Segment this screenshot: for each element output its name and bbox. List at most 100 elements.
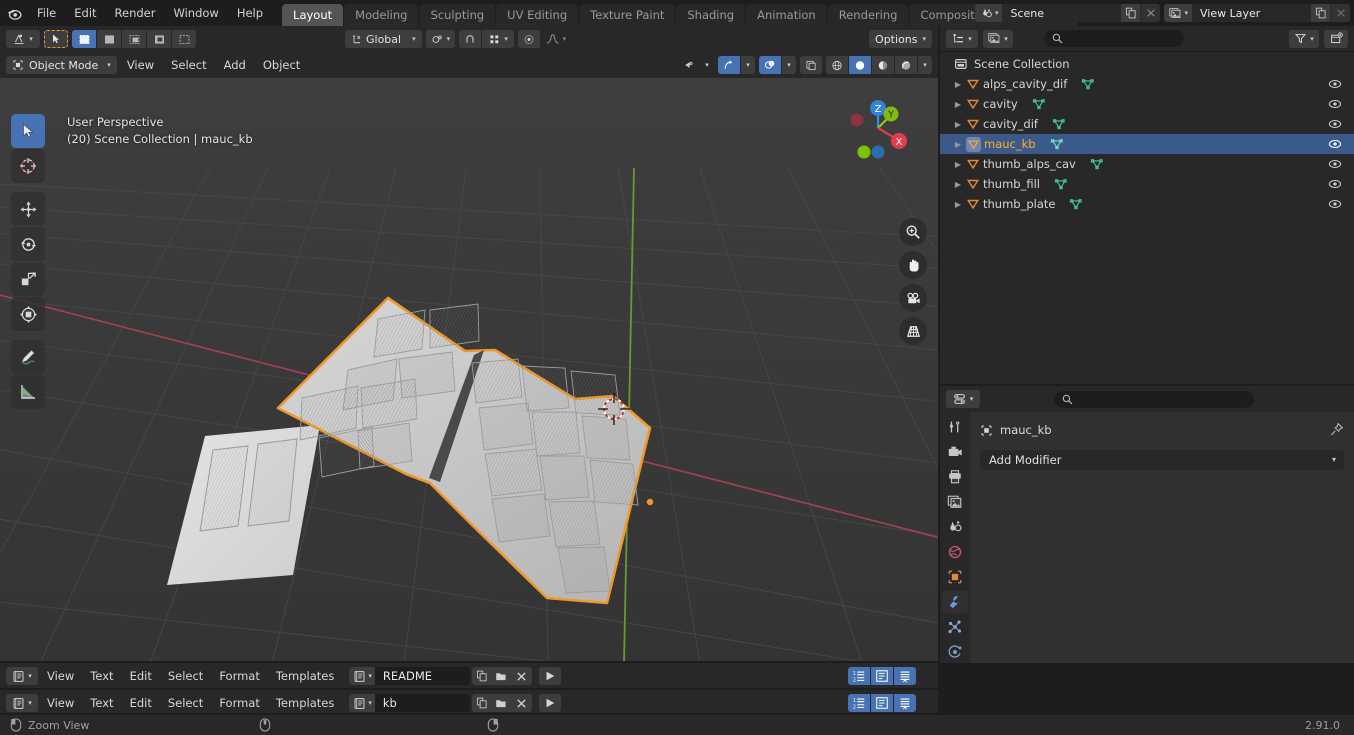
- outliner-search-input[interactable]: [1044, 30, 1184, 47]
- text-menu-format[interactable]: Format: [212, 694, 267, 712]
- unlink-text-button[interactable]: [511, 667, 532, 685]
- smooth-falloff-icon[interactable]: ▾: [541, 30, 571, 48]
- visibility-eye-icon[interactable]: [1328, 97, 1342, 111]
- move-tool[interactable]: [11, 192, 45, 226]
- ortho-persp-toggle-button[interactable]: [899, 317, 927, 345]
- visibility-eye-icon[interactable]: [1328, 77, 1342, 91]
- text-menu-templates[interactable]: Templates: [269, 694, 341, 712]
- expand-arrow-icon[interactable]: ▶: [950, 100, 966, 109]
- tab-uv-editing[interactable]: UV Editing: [496, 4, 579, 26]
- object-tab[interactable]: [942, 566, 968, 588]
- tool-tab[interactable]: [942, 416, 968, 438]
- word-wrap-toggle[interactable]: [871, 667, 893, 685]
- text-menu-edit[interactable]: Edit: [123, 667, 159, 685]
- outliner-scene-collection-row[interactable]: Scene Collection: [940, 54, 1354, 74]
- scene-selector[interactable]: ▾ Scene: [974, 4, 1161, 22]
- camera-view-button[interactable]: [899, 284, 927, 312]
- tweak-select-tool[interactable]: [11, 114, 45, 148]
- new-scene-button[interactable]: [1120, 4, 1141, 22]
- unlink-scene-button[interactable]: [1140, 4, 1161, 22]
- expand-arrow-icon[interactable]: ▶: [950, 120, 966, 129]
- shading-solid-icon[interactable]: [849, 56, 871, 74]
- world-tab[interactable]: [942, 541, 968, 563]
- outliner-item-alps-cavity-dif[interactable]: ▶ alps_cavity_dif: [940, 74, 1354, 94]
- expand-arrow-icon[interactable]: ▶: [950, 80, 966, 89]
- text-menu-select[interactable]: Select: [161, 694, 210, 712]
- scene-icon[interactable]: ▾: [974, 4, 1003, 22]
- zoom-view-button[interactable]: [899, 218, 927, 246]
- outliner-display-mode-icon[interactable]: ▾: [946, 29, 978, 48]
- visibility-eye-icon[interactable]: [1328, 137, 1342, 151]
- viewport-menu-object[interactable]: Object: [256, 56, 307, 74]
- menu-help[interactable]: Help: [228, 3, 272, 23]
- menu-file[interactable]: File: [28, 3, 65, 23]
- snap-magnet-icon[interactable]: [459, 30, 482, 48]
- tab-texture-paint[interactable]: Texture Paint: [579, 4, 676, 26]
- new-collection-icon[interactable]: [1324, 29, 1348, 48]
- physics-tab[interactable]: [942, 641, 968, 663]
- select-intersect-icon[interactable]: [172, 30, 196, 48]
- measure-tool[interactable]: [11, 375, 45, 409]
- expand-arrow-icon[interactable]: ▶: [950, 140, 966, 149]
- tab-rendering[interactable]: Rendering: [827, 4, 909, 26]
- text-datablock-selector[interactable]: ▾ kb: [349, 694, 470, 712]
- select-box-icon[interactable]: [72, 30, 96, 48]
- visibility-eye-icon[interactable]: [1328, 177, 1342, 191]
- view-layer-selector[interactable]: ▾ View Layer: [1164, 4, 1350, 22]
- viewport-canvas[interactable]: User Perspective (20) Scene Collection |…: [0, 78, 938, 663]
- word-wrap-toggle[interactable]: [871, 694, 893, 712]
- rotate-tool[interactable]: [11, 227, 45, 261]
- outliner-search-field[interactable]: [1068, 32, 1168, 45]
- menu-window[interactable]: Window: [164, 3, 227, 23]
- text-menu-view[interactable]: View: [40, 694, 81, 712]
- gizmo-icon[interactable]: [718, 56, 740, 74]
- new-text-button[interactable]: [471, 667, 492, 685]
- properties-search-input[interactable]: [1054, 390, 1254, 408]
- outliner-id-type-icon[interactable]: ▾: [983, 29, 1013, 48]
- outliner-item-mauc-kb[interactable]: ▶ mauc_kb: [940, 134, 1354, 154]
- particles-tab[interactable]: [942, 616, 968, 638]
- visibility-eye-icon[interactable]: [679, 56, 699, 74]
- text1-text2-splitter[interactable]: [0, 688, 938, 690]
- tab-modeling[interactable]: Modeling: [344, 4, 419, 26]
- outliner-item-cavity-dif[interactable]: ▶ cavity_dif: [940, 114, 1354, 134]
- outliner-item-thumb-fill[interactable]: ▶ thumb_fill: [940, 174, 1354, 194]
- annotate-tool[interactable]: [11, 340, 45, 374]
- proportional-editing-icon[interactable]: [518, 30, 541, 48]
- expand-arrow-icon[interactable]: ▶: [950, 180, 966, 189]
- shading-wireframe-icon[interactable]: [826, 56, 848, 74]
- viewport-menu-view[interactable]: View: [120, 56, 161, 74]
- editor-type-3dview-icon[interactable]: ▾: [6, 30, 40, 48]
- modifier-tab[interactable]: [942, 591, 968, 613]
- outliner-item-cavity[interactable]: ▶ cavity: [940, 94, 1354, 114]
- tab-sculpting[interactable]: Sculpting: [419, 4, 496, 26]
- pivot-point-dropdown[interactable]: ▾: [425, 30, 456, 48]
- blender-logo-icon[interactable]: [0, 0, 28, 26]
- menu-edit[interactable]: Edit: [65, 3, 105, 23]
- pin-icon[interactable]: [1329, 422, 1344, 437]
- remove-view-layer-button[interactable]: [1330, 4, 1350, 22]
- shading-rendered-icon[interactable]: [895, 56, 917, 74]
- open-text-button[interactable]: [491, 694, 512, 712]
- unlink-text-button[interactable]: [511, 694, 532, 712]
- text-datablock-icon[interactable]: ▾: [349, 667, 375, 685]
- xray-toggle-icon[interactable]: [800, 56, 822, 74]
- tab-layout[interactable]: Layout: [282, 4, 344, 26]
- filter-funnel-icon[interactable]: ▾: [1289, 29, 1319, 48]
- outliner-properties-splitter[interactable]: [940, 384, 1354, 386]
- output-tab[interactable]: [942, 466, 968, 488]
- open-text-button[interactable]: [491, 667, 512, 685]
- text-file-name[interactable]: kb: [375, 696, 470, 710]
- syntax-highlight-toggle[interactable]: [894, 667, 916, 685]
- cursor-tool[interactable]: [11, 149, 45, 183]
- expand-arrow-icon[interactable]: ▶: [950, 200, 966, 209]
- tab-animation[interactable]: Animation: [746, 4, 827, 26]
- scene-tab[interactable]: [942, 516, 968, 538]
- viewport-options-dropdown[interactable]: Options ▾: [869, 30, 932, 48]
- shading-dropdown[interactable]: ▾: [918, 56, 932, 74]
- pan-view-button[interactable]: [899, 251, 927, 279]
- editor-type-text-icon[interactable]: ▾: [6, 694, 38, 712]
- snap-increment-icon[interactable]: ▾: [482, 30, 515, 48]
- run-script-play-icon[interactable]: [538, 694, 561, 712]
- scale-tool[interactable]: [11, 262, 45, 296]
